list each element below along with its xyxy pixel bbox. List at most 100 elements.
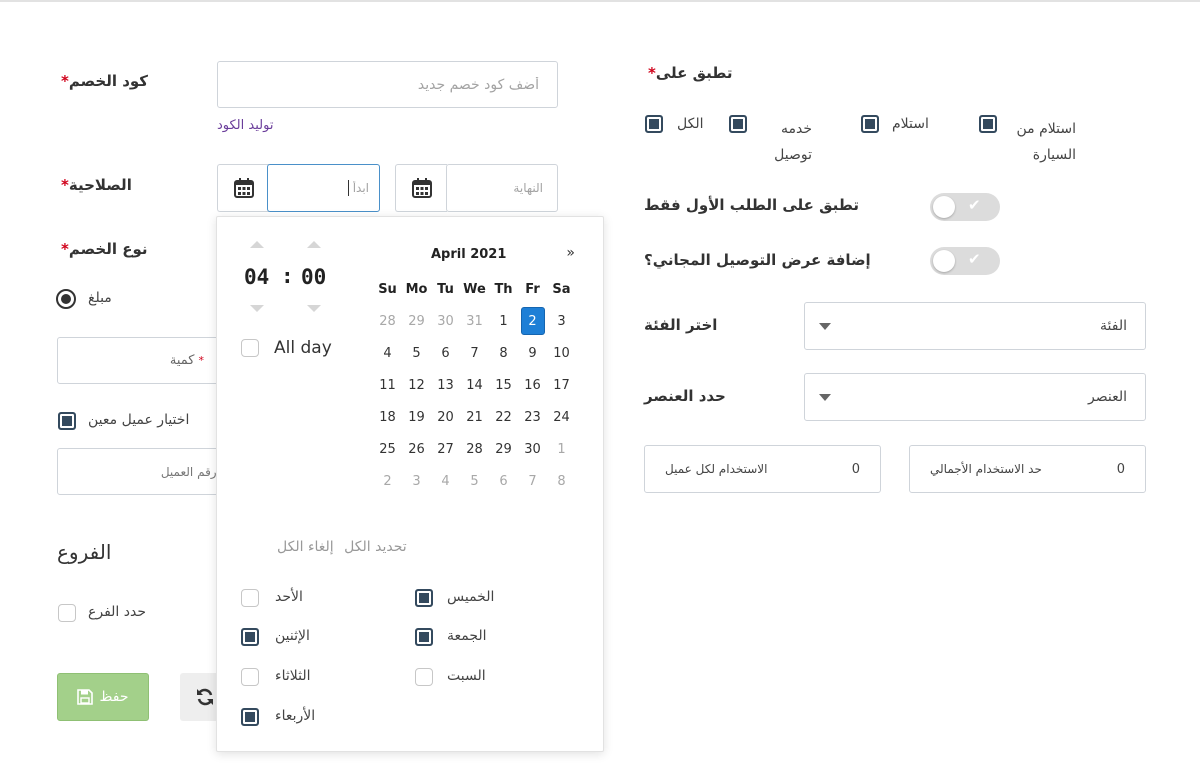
thursday-checkbox[interactable] <box>415 589 433 607</box>
calendar-day[interactable]: 1 <box>547 433 576 465</box>
calendar-day[interactable]: 10 <box>547 337 576 369</box>
minute-increment-arrow[interactable] <box>307 241 321 248</box>
calendar-day[interactable]: 15 <box>489 369 518 401</box>
calendar-day[interactable]: 29 <box>402 305 431 337</box>
calendar-day[interactable]: 30 <box>518 433 547 465</box>
calendar-day[interactable]: 25 <box>373 433 402 465</box>
hour-decrement-arrow[interactable] <box>250 305 264 312</box>
calendar-day[interactable]: 5 <box>460 465 489 497</box>
toggle-knob <box>933 250 955 272</box>
calendar-day[interactable]: 6 <box>431 337 460 369</box>
category-select[interactable]: الفئة <box>804 302 1146 350</box>
calendar-day[interactable]: 7 <box>518 465 547 497</box>
calendar-day[interactable]: 27 <box>431 433 460 465</box>
delivery-service-label: خدمه توصيل <box>774 121 812 163</box>
start-date-input[interactable]: ابدأ <box>267 164 380 212</box>
friday-label: الجمعة <box>447 628 487 644</box>
calendar-day[interactable]: 14 <box>460 369 489 401</box>
wednesday-checkbox[interactable] <box>241 708 259 726</box>
all-checkbox[interactable] <box>645 115 663 133</box>
calendar-day[interactable]: 4 <box>373 337 402 369</box>
pickup-checkbox[interactable] <box>861 115 879 133</box>
calendar-icon <box>233 178 254 198</box>
saturday-checkbox[interactable] <box>415 668 433 686</box>
calendar-day[interactable]: 9 <box>518 337 547 369</box>
end-date-input[interactable]: النهاية <box>446 164 558 212</box>
select-branch-label: حدد الفرع <box>88 604 147 620</box>
all-day-checkbox[interactable] <box>241 339 259 357</box>
all-day-label: All day <box>274 338 332 358</box>
calendar-day[interactable]: 30 <box>431 305 460 337</box>
calendar-day[interactable]: 16 <box>518 369 547 401</box>
per-customer-usage-input[interactable]: 0 الاستخدام لكل عميل <box>644 445 881 493</box>
calendar-day[interactable]: 21 <box>460 401 489 433</box>
calendar-day[interactable]: 29 <box>489 433 518 465</box>
calendar-day[interactable]: 8 <box>547 465 576 497</box>
save-button[interactable]: حفظ <box>57 673 149 721</box>
first-order-only-toggle[interactable]: ✔ <box>930 193 1000 221</box>
calendar-day[interactable]: 24 <box>547 401 576 433</box>
tuesday-checkbox[interactable] <box>241 668 259 686</box>
hour-increment-arrow[interactable] <box>250 241 264 248</box>
free-delivery-label: إضافة عرض التوصيل المجاني؟ <box>644 251 871 269</box>
total-usage-input[interactable]: 0 حد الاستخدام الأجمالي <box>909 445 1146 493</box>
start-date-calendar-button[interactable] <box>217 164 269 212</box>
delivery-service-checkbox[interactable] <box>729 115 747 133</box>
sunday-checkbox[interactable] <box>241 589 259 607</box>
item-label: حدد العنصر <box>644 387 726 405</box>
calendar-day[interactable]: 5 <box>402 337 431 369</box>
select-branch-checkbox[interactable] <box>58 604 76 622</box>
free-delivery-toggle[interactable]: ✔ <box>930 247 1000 275</box>
pickup-label: استلام <box>892 116 929 132</box>
validity-label: الصلاحية* <box>61 176 132 194</box>
customer-search-input[interactable]: ابدء بكتابة اسم أو رقم العميل <box>57 448 219 495</box>
calendar-day[interactable]: 28 <box>460 433 489 465</box>
select-controls: تحديد الكل إلغاء الكل <box>277 539 407 555</box>
calendar-day[interactable]: 26 <box>402 433 431 465</box>
pickup-from-car-checkbox[interactable] <box>979 115 997 133</box>
calendar-day[interactable]: 28 <box>373 305 402 337</box>
calendar-day[interactable]: 4 <box>431 465 460 497</box>
calendar-day[interactable]: 7 <box>460 337 489 369</box>
weekday-header: Mo <box>405 281 428 297</box>
minute-value[interactable]: 00 <box>301 265 326 289</box>
next-month-button[interactable]: » <box>566 245 575 261</box>
first-order-only-label: تطبق على الطلب الأول فقط <box>644 196 860 214</box>
calendar-day[interactable]: 6 <box>489 465 518 497</box>
end-date-calendar-button[interactable] <box>395 164 447 212</box>
calendar-day[interactable]: 31 <box>460 305 489 337</box>
generate-code-link[interactable]: توليد الكود <box>217 118 273 133</box>
category-label: اختر الفئة <box>644 316 718 334</box>
calendar-day[interactable]: 8 <box>489 337 518 369</box>
radio-dot <box>61 294 71 304</box>
weekday-header: We <box>463 281 486 297</box>
calendar-day[interactable]: 2 <box>373 465 402 497</box>
calendar-day[interactable]: 3 <box>547 305 576 337</box>
calendar-day[interactable]: 18 <box>373 401 402 433</box>
calendar-day[interactable]: 13 <box>431 369 460 401</box>
discount-code-input[interactable]: أضف كود خصم جديد <box>217 61 558 108</box>
monday-checkbox[interactable] <box>241 628 259 646</box>
specific-customer-checkbox[interactable] <box>58 412 76 430</box>
calendar-day[interactable]: 23 <box>518 401 547 433</box>
calendar-day[interactable]: 3 <box>402 465 431 497</box>
calendar-day[interactable]: 20 <box>431 401 460 433</box>
item-select[interactable]: العنصر <box>804 373 1146 421</box>
friday-checkbox[interactable] <box>415 628 433 646</box>
calendar-day[interactable]: 1 <box>489 305 518 337</box>
calendar-day[interactable]: 11 <box>373 369 402 401</box>
select-all-link[interactable]: تحديد الكل <box>344 539 406 555</box>
check-icon: ✔ <box>968 196 981 214</box>
saturday-label: السبت <box>447 668 486 684</box>
calendar-day[interactable]: 12 <box>402 369 431 401</box>
deselect-all-link[interactable]: إلغاء الكل <box>277 539 334 555</box>
calendar-day[interactable]: 2 <box>518 305 547 337</box>
calendar-day[interactable]: 22 <box>489 401 518 433</box>
calendar-day[interactable]: 17 <box>547 369 576 401</box>
quantity-input[interactable]: * كمية <box>57 337 219 384</box>
calendar-day[interactable]: 19 <box>402 401 431 433</box>
amount-radio[interactable] <box>56 289 76 309</box>
chevron-down-icon <box>819 322 831 330</box>
hour-value[interactable]: 04 <box>244 265 269 289</box>
minute-decrement-arrow[interactable] <box>307 305 321 312</box>
